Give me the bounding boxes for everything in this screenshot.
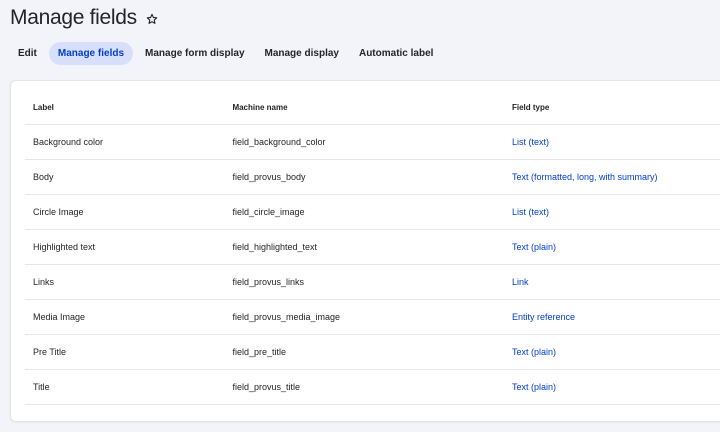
field-type-link[interactable]: Link	[512, 277, 529, 287]
field-machine-name: field_pre_title	[232, 347, 286, 357]
star-icon[interactable]	[145, 12, 159, 26]
field-label: Background color	[33, 137, 104, 147]
fields-card: Label Machine name Field type Background…	[10, 80, 720, 422]
field-type-link[interactable]: Text (plain)	[512, 242, 556, 252]
field-type-link[interactable]: Text (formatted, long, with summary)	[512, 172, 658, 182]
field-machine-name: field_provus_body	[232, 172, 306, 182]
field-label: Highlighted text	[33, 242, 96, 252]
tab-automatic-label[interactable]: Automatic label	[351, 42, 441, 65]
field-type-link[interactable]: Entity reference	[512, 312, 575, 322]
table-row: Pre Title field_pre_title Text (plain)	[25, 335, 720, 370]
field-type-link[interactable]: Text (plain)	[512, 382, 556, 392]
table-row: Title field_provus_title Text (plain)	[25, 370, 720, 405]
table-row: Background color field_background_color …	[25, 125, 720, 160]
field-machine-name: field_provus_title	[232, 382, 300, 392]
field-machine-name: field_provus_media_image	[232, 312, 341, 322]
field-machine-name: field_circle_image	[232, 207, 305, 217]
tab-manage-fields[interactable]: Manage fields	[48, 42, 134, 65]
tab-manage-display[interactable]: Manage display	[257, 42, 347, 65]
field-label: Media Image	[33, 312, 86, 322]
field-machine-name: field_highlighted_text	[232, 242, 318, 252]
page-title: Manage fields	[10, 6, 137, 29]
field-label: Circle Image	[33, 207, 84, 217]
tab-manage-form-display[interactable]: Manage form display	[137, 42, 252, 65]
field-label: Body	[33, 172, 54, 182]
field-label: Title	[33, 382, 50, 392]
table-row: Highlighted text field_highlighted_text …	[25, 230, 720, 265]
field-label: Pre Title	[33, 347, 67, 357]
column-header-machine-name: Machine name	[232, 103, 288, 112]
page: Manage fields Edit Manage fields Manage …	[0, 0, 720, 432]
table-row: Body field_provus_body Text (formatted, …	[25, 160, 720, 195]
primary-tabs: Edit Manage fields Manage form display M…	[10, 42, 441, 65]
column-header-field-type: Field type	[511, 103, 550, 112]
field-type-link[interactable]: List (text)	[512, 207, 549, 217]
column-header-label: Label	[33, 103, 54, 112]
fields-table: Label Machine name Field type Background…	[25, 91, 720, 405]
tab-edit[interactable]: Edit	[10, 42, 45, 65]
field-label: Links	[33, 277, 55, 287]
field-machine-name: field_background_color	[232, 137, 326, 147]
field-machine-name: field_provus_links	[232, 277, 304, 287]
table-row: Media Image field_provus_media_image Ent…	[25, 300, 720, 335]
field-type-link[interactable]: Text (plain)	[512, 347, 556, 357]
table-row: Links field_provus_links Link	[25, 265, 720, 300]
table-header-row: Label Machine name Field type	[25, 91, 720, 125]
field-type-link[interactable]: List (text)	[512, 137, 549, 147]
table-row: Circle Image field_circle_image List (te…	[25, 195, 720, 230]
page-header: Manage fields	[10, 6, 159, 30]
